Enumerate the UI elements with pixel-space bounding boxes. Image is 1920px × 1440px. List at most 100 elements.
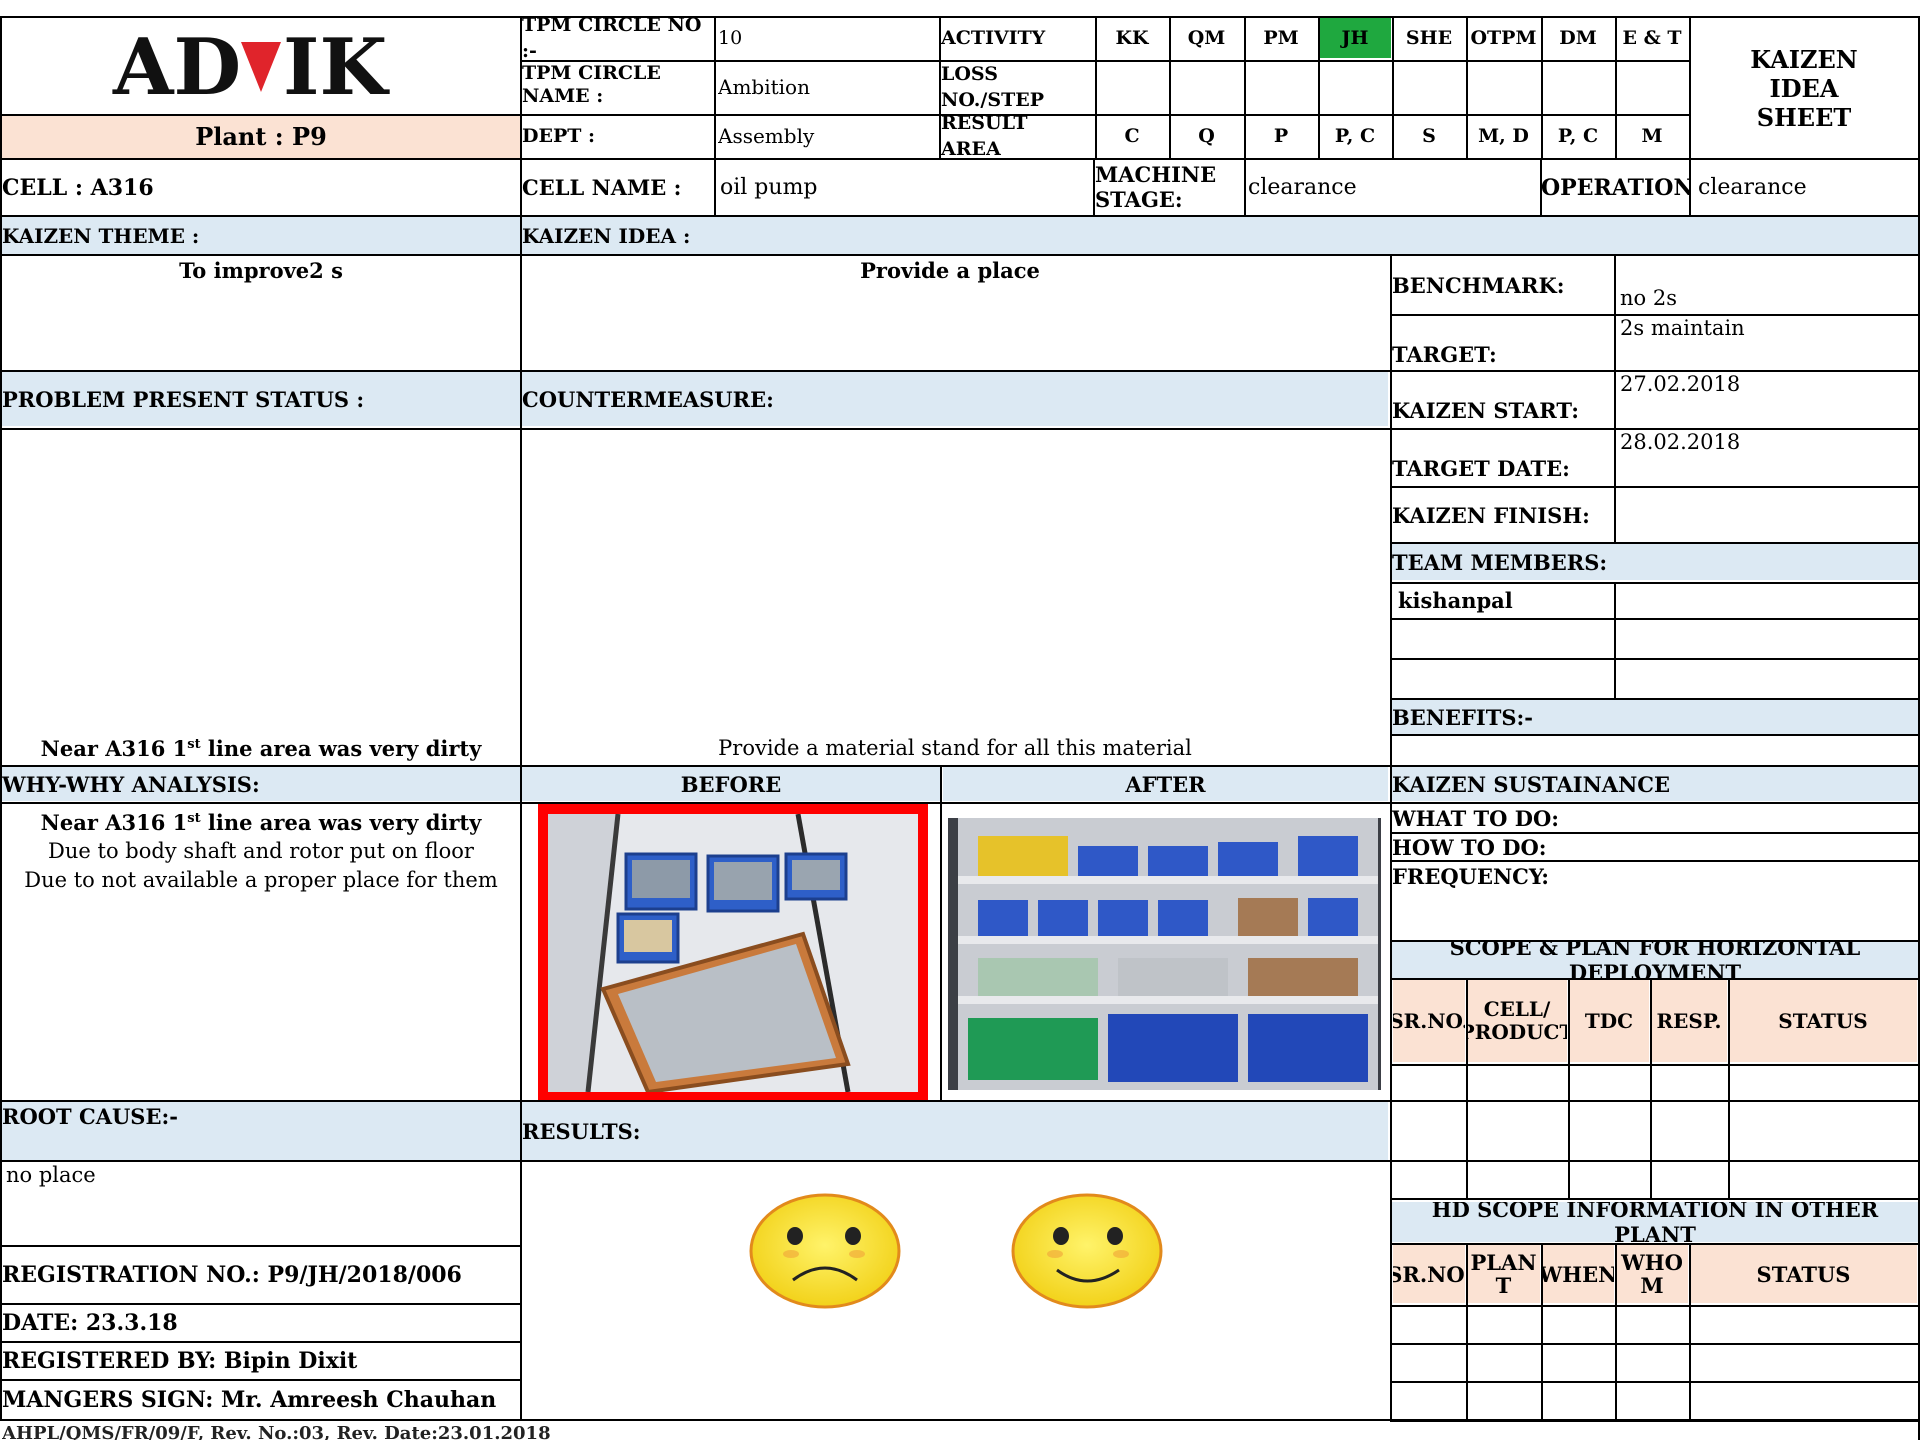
grid-line xyxy=(0,428,1390,430)
result-area-label: RESULT AREA xyxy=(941,116,1028,156)
grid-line xyxy=(1318,16,1320,158)
countermeasure-text: Provide a material stand for all this ma… xyxy=(718,736,1192,760)
grid-line xyxy=(1390,486,1918,488)
grid-line xyxy=(1650,978,1652,1198)
activity-otpm: OTPM xyxy=(1470,27,1537,49)
grid-line xyxy=(1390,832,1918,834)
grid-line xyxy=(1095,16,1097,158)
plant-label: Plant : P9 xyxy=(2,114,520,158)
activity-kk: KK xyxy=(1115,27,1149,49)
hd-col-4: STATUS xyxy=(1690,1245,1917,1303)
kaizen-sheet: AD IK Plant : P9 TPM CIRCLE NO :- 10 TPM… xyxy=(0,0,1920,1440)
before-photo-image xyxy=(548,814,918,1092)
grid-line xyxy=(1728,978,1730,1198)
grid-line xyxy=(1615,1243,1617,1420)
grid-line xyxy=(1392,16,1394,158)
hd-col-1: PLAN T xyxy=(1467,1245,1540,1303)
grid-line xyxy=(0,1341,520,1343)
grid-line xyxy=(1390,1064,1918,1066)
cell-label: CELL : A316 xyxy=(2,174,154,201)
result-area-2: P xyxy=(1273,125,1289,147)
grid-line xyxy=(0,114,520,116)
activity-qm: QM xyxy=(1187,27,1226,49)
grid-line xyxy=(1390,1343,1918,1345)
after-photo xyxy=(948,818,1381,1090)
kaizen-start-value: 27.02.2018 xyxy=(1620,372,1741,396)
machine-stage-label: MACHINE STAGE: xyxy=(1095,162,1217,212)
result-area-3: P, C xyxy=(1334,125,1376,147)
grid-line xyxy=(1689,16,1691,158)
benefits-label: BENEFITS:- xyxy=(1392,700,1918,734)
grid-line xyxy=(0,215,1918,217)
grid-line xyxy=(940,765,942,1100)
cell-name-value: oil pump xyxy=(720,175,818,200)
team-members-label: TEAM MEMBERS: xyxy=(1392,544,1918,580)
grid-line xyxy=(1568,978,1570,1198)
svg-text:IK: IK xyxy=(283,22,390,110)
kaizen-finish-label: KAIZEN FINISH: xyxy=(1392,502,1590,528)
grid-line xyxy=(1390,940,1918,942)
grid-line xyxy=(1169,16,1171,158)
result-area-5: M, D xyxy=(1478,125,1529,147)
grid-line xyxy=(1390,978,1918,980)
grid-line xyxy=(1466,978,1468,1198)
grid-line xyxy=(1390,428,1918,430)
why-why-text: Near A316 1st line area was very dirty D… xyxy=(2,804,520,904)
activity-dm: DM xyxy=(1559,27,1597,49)
problem-text: Near A316 1st line area was very dirty xyxy=(40,736,482,761)
operation-label: OPERATION: xyxy=(1541,174,1689,201)
scope-col-1: CELL/ PRODUCT xyxy=(1467,980,1567,1062)
grid-line xyxy=(1689,1243,1691,1420)
registered-by: REGISTERED BY: Bipin Dixit xyxy=(2,1348,358,1374)
grid-line xyxy=(1466,16,1468,158)
hd-scope-label: HD SCOPE INFORMATION IN OTHER PLANT xyxy=(1392,1202,1918,1242)
after-photo-image xyxy=(948,818,1381,1090)
before-photo xyxy=(538,804,928,1102)
why-line-2: Due to body shaft and rotor put on floor xyxy=(48,839,474,863)
grid-line xyxy=(0,802,1918,804)
target-date-label: TARGET DATE: xyxy=(1392,455,1570,481)
result-area-4: S xyxy=(1422,125,1436,147)
tpm-circle-no: 10 xyxy=(718,27,743,49)
dept-label: DEPT : xyxy=(522,125,596,147)
grid-line xyxy=(1689,158,1691,215)
cell-name-label: CELL NAME : xyxy=(522,175,682,200)
machine-stage-value: clearance xyxy=(1248,175,1357,200)
benchmark-value: no 2s xyxy=(1620,286,1677,310)
grid-line xyxy=(0,1245,520,1247)
grid-line xyxy=(1390,1305,1918,1307)
grid-line xyxy=(1390,582,1918,584)
team-member-1: kishanpal xyxy=(1398,587,1513,613)
kaizen-start-label: KAIZEN START: xyxy=(1392,397,1580,423)
grid-line xyxy=(0,1160,1390,1162)
root-cause-label: ROOT CAUSE:- xyxy=(2,1102,520,1160)
grid-line xyxy=(714,158,716,215)
kaizen-idea-label: KAIZEN IDEA : xyxy=(522,217,1918,254)
kaizen-finish-value xyxy=(1620,488,1916,542)
grid-line xyxy=(520,60,1690,62)
grid-line xyxy=(939,16,941,158)
why-why-label: WHY-WHY ANALYSIS: xyxy=(2,767,520,801)
tpm-circle-name-label: TPM CIRCLE NAME : xyxy=(522,62,661,107)
grid-line xyxy=(1244,16,1246,158)
scope-col-0: SR.NO. xyxy=(1393,980,1465,1062)
grid-line xyxy=(1244,158,1246,215)
grid-line xyxy=(0,1100,1918,1102)
how-to-do-label: HOW TO DO: xyxy=(1392,834,1547,860)
countermeasure-label: COUNTERMEASURE: xyxy=(522,372,1388,426)
why-line-3: Due to not available a proper place for … xyxy=(24,868,498,892)
benchmark-label: BENCHMARK: xyxy=(1392,272,1565,298)
grid-line xyxy=(1466,1243,1468,1420)
grid-line xyxy=(1390,1243,1918,1245)
managers-sign: MANGERS SIGN: Mr. Amreesh Chauhan xyxy=(2,1387,497,1413)
sheet-title: KAIZEN IDEA SHEET xyxy=(1750,44,1858,132)
loss-label: LOSS NO./STEP xyxy=(941,63,1044,111)
operation-value: clearance xyxy=(1698,175,1807,200)
svg-text:AD: AD xyxy=(112,22,241,110)
grid-line xyxy=(1093,158,1095,215)
grid-line xyxy=(1390,734,1918,736)
grid-line xyxy=(1615,16,1617,158)
grid-line xyxy=(1390,1381,1918,1383)
grid-line xyxy=(1541,1243,1543,1420)
before-label: BEFORE xyxy=(522,767,940,801)
